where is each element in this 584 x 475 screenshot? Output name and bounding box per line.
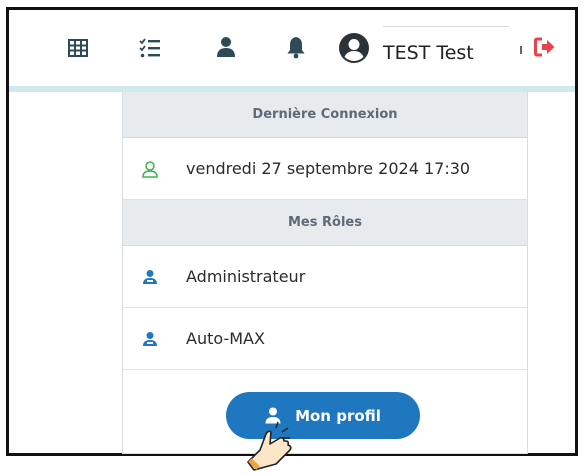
role-item[interactable]: Administrateur (123, 246, 527, 308)
user-shield-icon (140, 331, 160, 347)
last-login-item: vendredi 27 septembre 2024 17:30 (123, 138, 527, 200)
role-label: Auto-MAX (186, 329, 265, 348)
roles-header: Mes Rôles (123, 200, 527, 246)
app-window: TEST Test Dernière Connexion vendredi 27… (6, 7, 578, 456)
top-bar: TEST Test (9, 10, 575, 86)
account-circle-icon[interactable] (337, 31, 371, 65)
pointer-hand-icon (240, 420, 304, 472)
grid-icon[interactable] (67, 37, 89, 59)
logout-icon[interactable] (533, 35, 557, 59)
user-icon[interactable] (215, 35, 237, 59)
user-shield-icon (140, 269, 160, 285)
last-login-header: Dernière Connexion (123, 92, 527, 138)
role-item[interactable]: Auto-MAX (123, 308, 527, 370)
separator-mark (519, 46, 523, 54)
user-menu-toggle[interactable]: TEST Test (383, 26, 509, 78)
user-outline-icon (140, 160, 160, 178)
my-profile-label: Mon profil (295, 406, 381, 425)
role-label: Administrateur (186, 267, 306, 286)
last-login-date: vendredi 27 septembre 2024 17:30 (186, 159, 471, 178)
user-name: TEST Test (383, 41, 474, 64)
user-dropdown-menu: Dernière Connexion vendredi 27 septembre… (122, 92, 528, 454)
tasks-icon[interactable] (138, 36, 162, 60)
bell-icon[interactable] (285, 34, 307, 60)
